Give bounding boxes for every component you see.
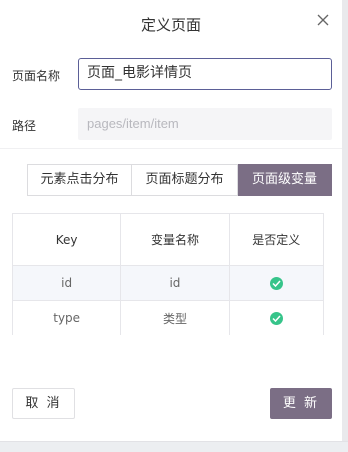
page-name-row: 页面名称 页面_电影详情页 — [0, 58, 342, 92]
tab-page-title-distribution[interactable]: 页面标题分布 — [132, 164, 238, 196]
table-header: Key 变量名称 是否定义 — [13, 214, 323, 266]
column-header-variable-name: 变量名称 — [121, 214, 230, 265]
tab-element-click-distribution[interactable]: 元素点击分布 — [27, 164, 132, 196]
tab-page-level-variables[interactable]: 页面级变量 — [238, 164, 332, 196]
check-circle-icon — [269, 276, 283, 290]
row-variable-name: 类型 — [121, 301, 230, 335]
dialog-bottom-edge — [0, 441, 348, 452]
scrollbar-track[interactable] — [342, 0, 348, 452]
path-input[interactable]: pages/item/item — [78, 108, 332, 140]
table-row: id id — [13, 266, 323, 301]
column-header-key: Key — [13, 214, 122, 265]
tab-bar: 元素点击分布 页面标题分布 页面级变量 — [27, 164, 332, 196]
path-row: 路径 pages/item/item — [0, 108, 342, 142]
row-key: id — [13, 266, 122, 300]
path-label: 路径 — [12, 119, 37, 133]
dialog-header: 定义页面 — [0, 0, 342, 48]
cancel-button[interactable]: 取 消 — [12, 388, 75, 419]
page-name-input[interactable]: 页面_电影详情页 — [78, 58, 332, 90]
dialog-title: 定义页面 — [140, 16, 201, 34]
check-circle-icon — [269, 311, 283, 325]
page-name-label: 页面名称 — [12, 69, 61, 83]
close-icon[interactable] — [316, 12, 330, 26]
column-header-defined: 是否定义 — [252, 233, 301, 247]
update-button[interactable]: 更 新 — [270, 388, 332, 419]
row-variable-name: id — [121, 266, 230, 300]
table-row: type 类型 — [13, 301, 323, 335]
row-key: type — [13, 301, 122, 335]
row-defined — [230, 266, 323, 300]
variables-table: Key 变量名称 是否定义 id id type 类型 — [12, 213, 324, 335]
define-page-dialog: 定义页面 页面名称 页面_电影详情页 路径 pages/item/item 元素… — [0, 0, 348, 452]
table-right-border — [323, 213, 324, 335]
row-defined — [230, 301, 323, 335]
